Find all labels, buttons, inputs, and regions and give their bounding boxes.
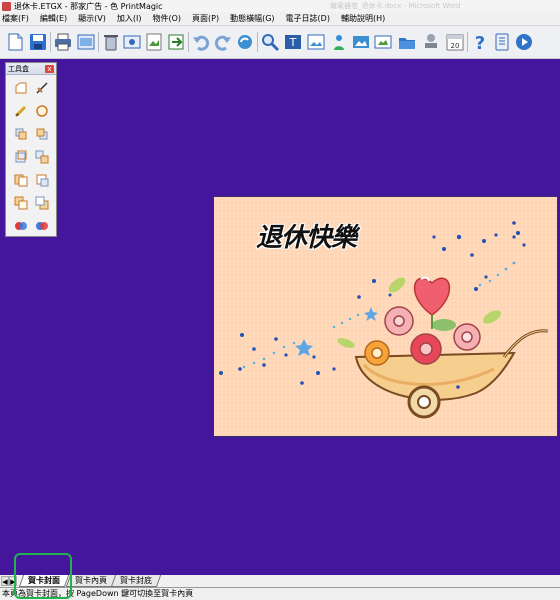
close-icon[interactable]: x [45,64,54,73]
layer-back-icon[interactable] [33,195,51,211]
insert-image-icon[interactable] [143,31,165,53]
import-icon[interactable] [121,31,143,53]
photo-edit-icon[interactable] [372,31,394,53]
menu-page[interactable]: 頁面(P) [190,13,228,24]
status-area: ◀ ▶ 賀卡封面 賀卡內頁 賀卡封底 本頁為賀卡封面，按 PageDown 鍵可… [0,575,560,600]
new-icon[interactable] [4,31,26,53]
main-toolbar: T 20 ? [0,26,560,59]
menu-view[interactable]: 顯示(V) [76,13,115,24]
menu-insert[interactable]: 加入(I) [115,13,151,24]
distribute-icon[interactable] [33,218,51,234]
send-back-icon[interactable] [33,126,51,142]
tab-scroll-left-icon[interactable]: ◀ [1,576,9,586]
align-icon[interactable] [12,218,30,234]
print-icon[interactable] [52,31,74,53]
redo-icon[interactable] [212,31,234,53]
greeting-card-page[interactable]: 退休快樂 [213,196,558,437]
copy-icon[interactable] [12,172,30,188]
help-icon[interactable]: ? [469,31,491,53]
print-preview-icon[interactable] [75,31,97,53]
zoom-icon[interactable] [259,31,281,53]
line-icon[interactable] [33,80,51,96]
shape-icon[interactable] [12,80,30,96]
toolbox-header[interactable]: 工具盒 x [6,63,56,75]
ellipse-icon[interactable] [33,103,51,119]
tab-card-inside[interactable]: 賀卡內頁 [65,575,117,587]
menu-journal[interactable]: 電子日誌(D) [284,13,339,24]
export-icon[interactable] [165,31,187,53]
svg-text:?: ? [475,33,485,52]
page-tabs: ◀ ▶ 賀卡封面 賀卡內頁 賀卡封底 [0,575,560,588]
folder-icon[interactable] [396,31,418,53]
bring-front-icon[interactable] [12,126,30,142]
group-icon[interactable] [12,149,30,165]
highlight-annotation [14,553,72,599]
menu-help[interactable]: 輔助說明(H) [339,13,394,24]
clipart-icon[interactable] [328,31,350,53]
picture-frame-icon[interactable] [305,31,327,53]
svg-text:T: T [289,36,297,49]
toolbox-panel: 工具盒 x [5,62,57,237]
refresh-icon[interactable] [234,31,256,53]
menu-file[interactable]: 檔案(F) [0,13,38,24]
background-window-title: 繼電器卷_退休卡.docx - Microsoft Word [330,2,461,10]
stamp-icon[interactable] [420,31,442,53]
calendar-icon[interactable]: 20 [444,31,466,53]
tab-card-back[interactable]: 賀卡封底 [110,575,162,587]
play-icon[interactable] [513,31,535,53]
text-tool-icon[interactable]: T [282,31,304,53]
info-icon[interactable] [491,31,513,53]
menu-banner[interactable]: 動態橫幅(G) [228,13,283,24]
ungroup-icon[interactable] [33,149,51,165]
calendar-badge: 20 [451,42,460,50]
menu-object[interactable]: 物件(O) [150,13,190,24]
title-bar: 退休卡.ETGX - 那家广告 - 色 PrintMagic 繼電器卷_退休卡.… [0,0,560,12]
layer-front-icon[interactable] [12,195,30,211]
undo-icon[interactable] [190,31,212,53]
paste-icon[interactable] [33,172,51,188]
card-title-text[interactable]: 退休快樂 [256,217,357,254]
save-icon[interactable] [27,31,49,53]
toolbox-title: 工具盒 [8,64,29,73]
menu-bar: 檔案(F) 編輯(E) 顯示(V) 加入(I) 物件(O) 頁面(P) 動態橫幅… [0,12,560,26]
menu-edit[interactable]: 編輯(E) [38,13,76,24]
window-title: 退休卡.ETGX - 那家广告 - 色 PrintMagic [14,1,163,11]
app-icon [2,1,11,11]
delete-icon[interactable] [100,31,122,53]
photo-icon[interactable] [350,31,372,53]
pen-icon[interactable] [12,103,30,119]
